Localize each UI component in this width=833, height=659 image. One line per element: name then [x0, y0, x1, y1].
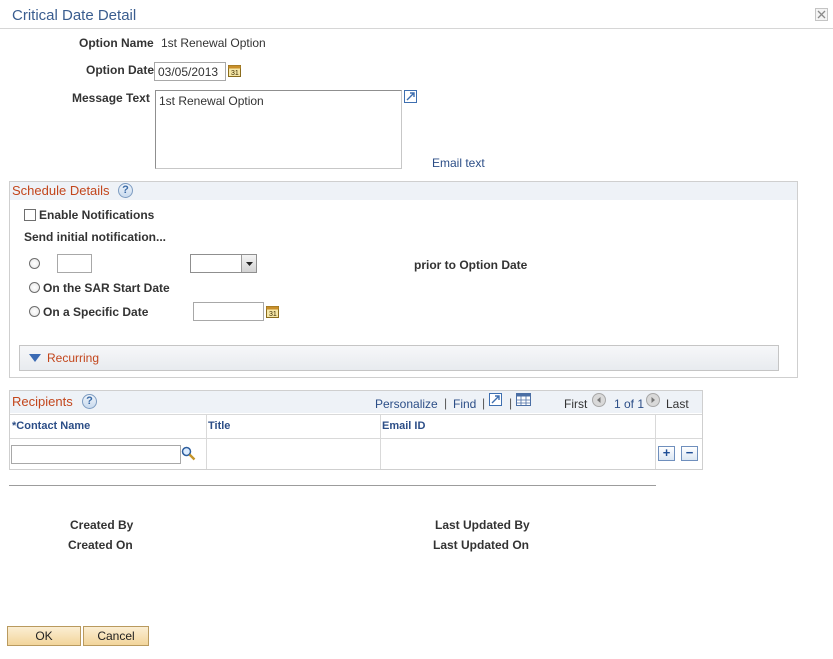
message-textarea[interactable]: 1st Renewal Option [155, 90, 402, 169]
toolbar-separator: | [509, 396, 513, 410]
search-icon[interactable] [181, 446, 196, 464]
last-updated-by-label: Last Updated By [435, 518, 530, 532]
column-divider [206, 414, 207, 469]
recurring-section[interactable] [19, 345, 779, 371]
unit-select[interactable] [190, 254, 257, 273]
prior-to-label: prior to Option Date [414, 258, 528, 272]
recurring-label[interactable]: Recurring [47, 351, 99, 365]
svg-text:31: 31 [231, 70, 239, 77]
ok-button[interactable]: OK [7, 626, 81, 646]
sar-start-label: On the SAR Start Date [43, 281, 170, 295]
option-name-label: Option Name [79, 36, 154, 50]
spreadsheet-icon[interactable] [516, 393, 531, 409]
help-icon[interactable]: ? [82, 394, 97, 409]
last-updated-on-label: Last Updated On [433, 538, 530, 552]
email-text-link[interactable]: Email text [432, 156, 485, 170]
pager-last: Last [666, 397, 689, 411]
next-icon[interactable] [646, 393, 660, 410]
radio-sar-start[interactable] [29, 282, 40, 293]
plus-icon[interactable]: + [658, 446, 675, 461]
column-title[interactable]: Title [208, 420, 230, 432]
expand-icon[interactable] [404, 90, 417, 106]
close-icon[interactable] [815, 8, 828, 21]
find-link[interactable]: Find [453, 397, 476, 411]
pager-first: First [564, 397, 588, 411]
toolbar-separator: | [482, 396, 486, 410]
previous-icon[interactable] [592, 393, 606, 410]
column-divider [655, 414, 656, 469]
view-all-icon[interactable] [489, 393, 502, 409]
column-contact-name[interactable]: *Contact Name [12, 420, 90, 432]
option-name-value: 1st Renewal Option [161, 36, 266, 50]
minus-icon[interactable]: − [681, 446, 698, 461]
radio-prior-to[interactable] [29, 258, 40, 269]
specific-date-label: On a Specific Date [43, 305, 149, 319]
column-divider [380, 414, 381, 469]
created-by-label: Created By [70, 518, 134, 532]
toolbar-separator: | [444, 396, 448, 410]
message-text-label: Message Text [72, 91, 150, 105]
radio-specific-date[interactable] [29, 306, 40, 317]
title-divider [0, 28, 833, 29]
prior-count-field[interactable] [57, 254, 92, 273]
svg-text:31: 31 [269, 311, 277, 318]
contact-name-field[interactable] [11, 445, 181, 464]
schedule-details-title: Schedule Details [12, 183, 110, 198]
personalize-link[interactable]: Personalize [375, 397, 438, 411]
section-divider [9, 485, 656, 486]
calendar-icon[interactable]: 31 [228, 64, 241, 80]
specific-date-field[interactable] [193, 302, 264, 321]
recipients-title: Recipients [12, 394, 73, 409]
grid-header-row [10, 414, 702, 439]
pager-count: 1 of 1 [614, 397, 645, 411]
column-email-id[interactable]: Email ID [382, 420, 425, 432]
message-text-value: 1st Renewal Option [159, 94, 264, 108]
option-date-field[interactable] [154, 62, 226, 81]
help-icon[interactable]: ? [118, 183, 133, 198]
enable-notifications-checkbox[interactable] [24, 209, 36, 221]
send-initial-label: Send initial notification... [24, 230, 167, 244]
chevron-down-icon [241, 255, 256, 272]
cancel-button[interactable]: Cancel [83, 626, 149, 646]
triangle-down-icon[interactable] [29, 352, 41, 366]
option-date-label: Option Date [86, 63, 154, 77]
enable-notifications-label: Enable Notifications [39, 208, 155, 222]
page-title: Critical Date Detail [12, 7, 137, 24]
created-on-label: Created On [68, 538, 133, 552]
calendar-icon[interactable]: 31 [266, 305, 279, 321]
